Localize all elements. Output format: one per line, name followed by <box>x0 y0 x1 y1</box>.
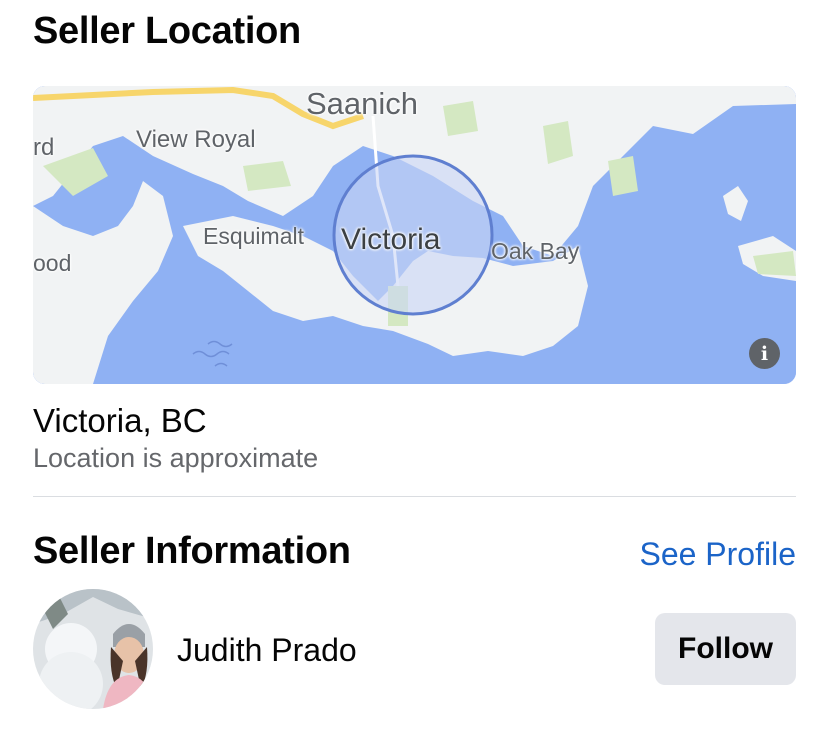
avatar-photo <box>33 589 153 709</box>
seller-avatar[interactable] <box>33 589 153 709</box>
seller-location-title: Seller Location <box>33 10 301 52</box>
location-map[interactable]: Saanich View Royal rd Esquimalt Victoria… <box>33 86 796 384</box>
section-divider <box>33 496 796 497</box>
follow-button[interactable]: Follow <box>655 613 796 685</box>
map-label-oak-bay: Oak Bay <box>491 238 580 264</box>
location-approximate-note: Location is approximate <box>33 443 319 473</box>
map-label-victoria: Victoria <box>341 223 441 256</box>
seller-name[interactable]: Judith Prado <box>177 632 357 669</box>
see-profile-link[interactable]: See Profile <box>639 536 796 573</box>
park-2 <box>443 101 478 136</box>
seller-information-title: Seller Information <box>33 530 351 572</box>
map-label-left-mid: ood <box>33 250 72 276</box>
seller-city: Victoria, BC <box>33 402 207 439</box>
map-label-esquimalt: Esquimalt <box>203 223 304 249</box>
map-label-saanich: Saanich <box>306 86 419 121</box>
park-4 <box>608 156 638 196</box>
map-label-view-royal: View Royal <box>136 126 256 153</box>
map-info-icon[interactable]: i <box>749 338 780 369</box>
park-5 <box>243 161 291 191</box>
map-label-left-top: rd <box>33 134 55 161</box>
